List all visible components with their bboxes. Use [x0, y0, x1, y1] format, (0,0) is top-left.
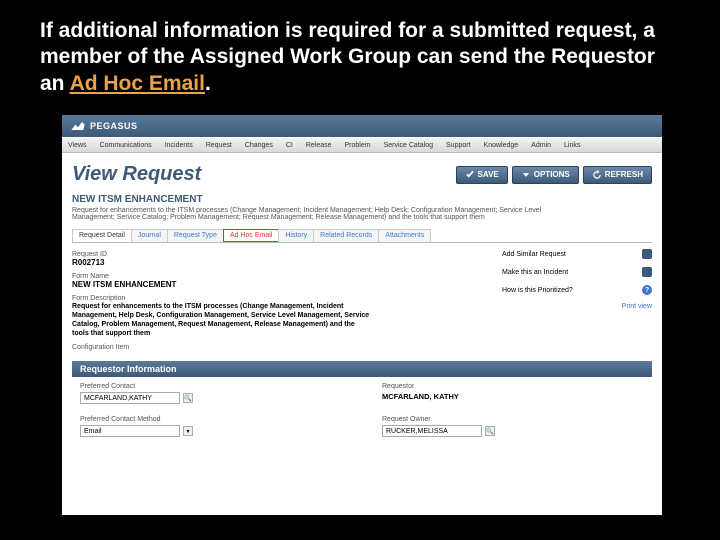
options-label: OPTIONS: [534, 170, 570, 179]
caption-post: .: [205, 72, 211, 95]
nav-support[interactable]: Support: [446, 142, 471, 149]
nav-bar: Views Communications Incidents Request C…: [62, 137, 662, 153]
side-similar[interactable]: Add Similar Request: [502, 249, 652, 259]
nav-links[interactable]: Links: [564, 142, 580, 149]
pref-method-select[interactable]: Email: [80, 425, 180, 437]
incident-icon: [642, 267, 652, 277]
tab-journal[interactable]: Journal: [131, 229, 168, 242]
pref-method-label: Preferred Contact Method: [80, 416, 342, 423]
tab-attachments[interactable]: Attachments: [378, 229, 431, 242]
tab-related-records[interactable]: Related Records: [313, 229, 379, 242]
save-button[interactable]: SAVE: [456, 166, 508, 184]
brand-bar: PEGASUS: [62, 115, 662, 137]
owner-label: Request Owner: [382, 416, 644, 423]
nav-knowledge[interactable]: Knowledge: [484, 142, 519, 149]
chevron-down-icon: [521, 170, 531, 180]
owner-input[interactable]: RUCKER,MELISSA: [382, 425, 482, 437]
nav-release[interactable]: Release: [306, 142, 332, 149]
pref-contact-label: Preferred Contact: [80, 383, 342, 390]
save-label: SAVE: [478, 170, 499, 179]
chevron-down-icon[interactable]: ▾: [183, 426, 193, 436]
lookup-icon[interactable]: 🔍: [485, 426, 495, 436]
request-id-value: R002713: [72, 258, 494, 267]
nav-incidents[interactable]: Incidents: [165, 142, 193, 149]
side-incident[interactable]: Make this an Incident: [502, 267, 652, 277]
side-similar-label: Add Similar Request: [502, 251, 566, 258]
nav-request[interactable]: Request: [206, 142, 232, 149]
side-incident-label: Make this an Incident: [502, 269, 568, 276]
form-desc-value: Request for enhancements to the ITSM pro…: [72, 302, 372, 338]
refresh-label: REFRESH: [605, 170, 643, 179]
tab-request-type[interactable]: Request Type: [167, 229, 224, 242]
help-icon: ?: [642, 285, 652, 295]
nav-service-catalog[interactable]: Service Catalog: [384, 142, 433, 149]
refresh-icon: [592, 170, 602, 180]
request-id-label: Request ID: [72, 251, 494, 258]
side-prioritized-label: How is this Prioritized?: [502, 287, 573, 294]
tab-ad-hoc-email[interactable]: Ad Hoc Email: [223, 229, 279, 242]
sub-title: NEW ITSM ENHANCEMENT: [72, 194, 652, 205]
nav-views[interactable]: Views: [68, 142, 87, 149]
form-name-value: NEW ITSM ENHANCEMENT: [72, 280, 494, 289]
requestor-label: Requestor: [382, 383, 644, 390]
nav-communications[interactable]: Communications: [100, 142, 152, 149]
sub-desc: Request for enhancements to the ITSM pro…: [72, 207, 552, 221]
refresh-button[interactable]: REFRESH: [583, 166, 652, 184]
pref-contact-input[interactable]: MCFARLAND,KATHY: [80, 392, 180, 404]
slide-caption: If additional information is required fo…: [0, 0, 720, 107]
add-icon: [642, 249, 652, 259]
tab-request-detail[interactable]: Request Detail: [72, 229, 132, 242]
side-prioritized[interactable]: How is this Prioritized? ?: [502, 285, 652, 295]
print-view-link[interactable]: Print view: [502, 303, 652, 310]
nav-problem[interactable]: Problem: [345, 142, 371, 149]
page-title: View Request: [72, 163, 201, 186]
form-desc-label: Form Description: [72, 295, 494, 302]
requestor-value: MCFARLAND, KATHY: [382, 392, 644, 401]
brand-name: PEGASUS: [90, 121, 138, 131]
lookup-icon[interactable]: 🔍: [183, 393, 193, 403]
form-name-label: Form Name: [72, 273, 494, 280]
tabs: Request Detail Journal Request Type Ad H…: [72, 229, 652, 243]
caption-highlight: Ad Hoc Email: [70, 72, 205, 95]
pegasus-logo-icon: [70, 120, 86, 132]
app-window: PEGASUS Views Communications Incidents R…: [62, 115, 662, 515]
check-icon: [465, 170, 475, 180]
nav-ci[interactable]: CI: [286, 142, 293, 149]
section-requestor-info: Requestor Information: [72, 361, 652, 377]
nav-changes[interactable]: Changes: [245, 142, 273, 149]
tab-history[interactable]: History: [278, 229, 314, 242]
config-item-label: Configuration Item: [72, 344, 494, 351]
options-button[interactable]: OPTIONS: [512, 166, 579, 184]
nav-admin[interactable]: Admin: [531, 142, 551, 149]
